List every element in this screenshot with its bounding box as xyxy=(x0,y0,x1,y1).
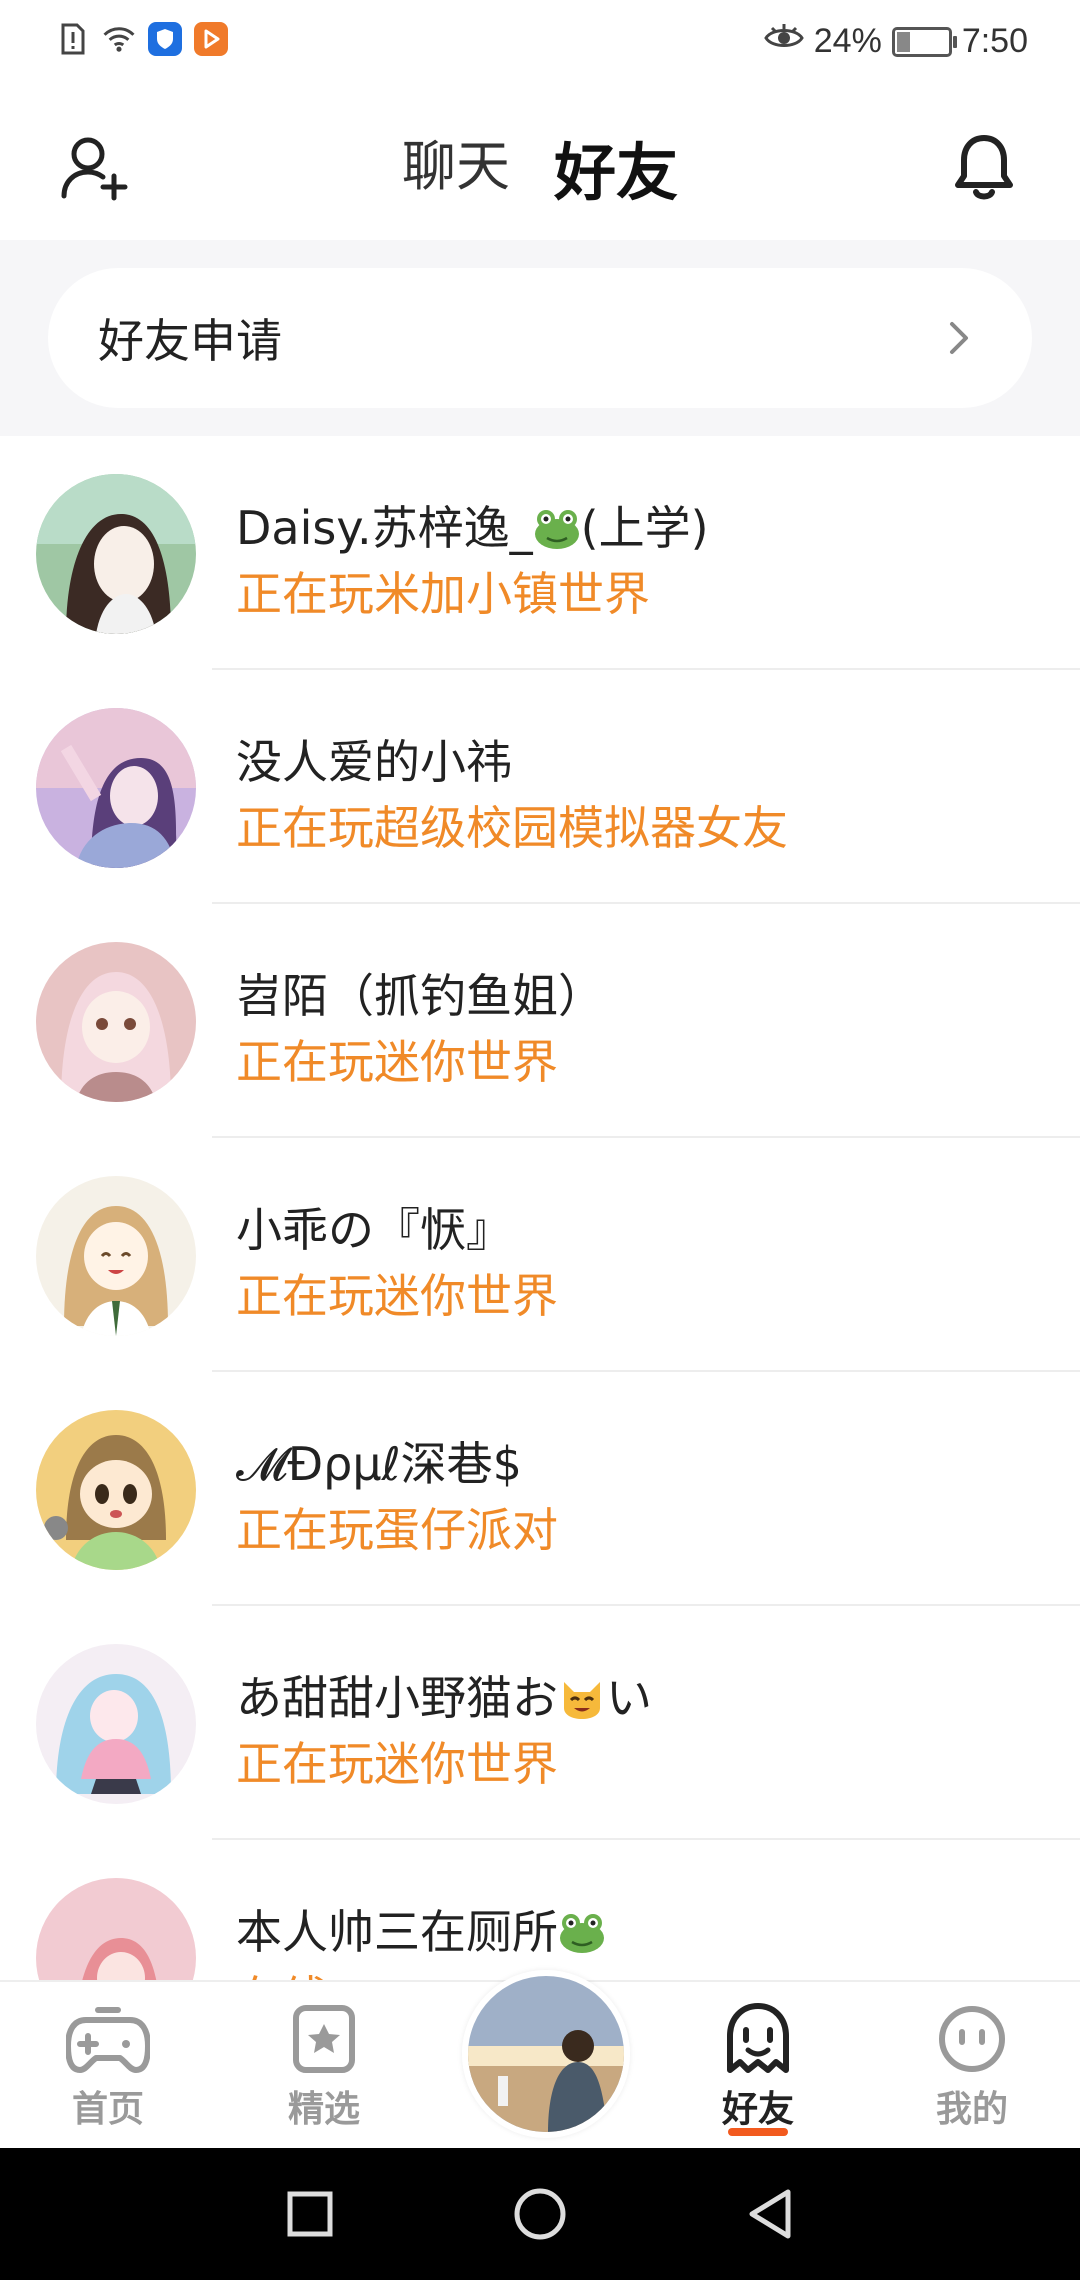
friend-request-label: 好友申请 xyxy=(98,314,282,368)
alert-sim-icon xyxy=(56,22,90,56)
center-avatar-button[interactable] xyxy=(462,1970,630,2138)
play-app-icon xyxy=(194,22,228,56)
wifi-icon xyxy=(102,22,136,56)
friend-request-button[interactable]: 好友申请 xyxy=(48,268,1032,408)
friend-name: あ甜甜小野猫おい xyxy=(236,1662,652,1728)
shield-app-icon xyxy=(148,22,182,56)
battery-icon xyxy=(891,26,957,57)
friend-status: 正在玩米加小镇世界 xyxy=(236,567,650,621)
nav-label: 首页 xyxy=(71,2089,144,2130)
avatar[interactable] xyxy=(36,1176,196,1336)
friend-status: 正在玩迷你世界 xyxy=(236,1737,558,1791)
clock: 7:50 xyxy=(961,22,1028,60)
nav-me[interactable]: 我的 xyxy=(892,2002,1052,2132)
friends-list: Daisy.苏梓逸_ (上学) 正在玩米加小镇世界 没人爱的小祎 正在玩超级校园模… xyxy=(0,436,1080,2074)
friend-row[interactable]: 小乖の『恹』 正在玩迷你世界 xyxy=(0,1138,1080,1372)
avatar[interactable] xyxy=(36,474,196,634)
nav-friends[interactable]: 好友 xyxy=(678,2002,838,2136)
back-button[interactable] xyxy=(740,2184,800,2244)
battery-percent: 24% xyxy=(813,22,882,60)
friend-name: Daisy.苏梓逸_ (上学) xyxy=(236,492,709,558)
friend-name-text: あ甜甜小野猫お xyxy=(236,1671,558,1725)
tab-chat[interactable]: 聊天 xyxy=(398,122,514,212)
friend-row[interactable]: あ甜甜小野猫おい 正在玩迷你世界 xyxy=(0,1606,1080,1840)
friend-name: 没人爱的小祎 xyxy=(236,735,512,789)
friend-status: 正在玩超级校园模拟器女友 xyxy=(236,801,788,855)
friend-request-area: 好友申请 xyxy=(0,240,1080,436)
status-icons-right: 24% 7:50 xyxy=(763,22,1028,61)
status-bar: 24% 7:50 xyxy=(0,0,1080,92)
friend-name-text: 本人帅三在厕所 xyxy=(236,1905,558,1959)
nav-label: 精选 xyxy=(287,2089,360,2130)
tab-friends-label: 好友 xyxy=(553,136,678,209)
friend-row[interactable]: 没人爱的小祎 正在玩超级校园模拟器女友 xyxy=(0,670,1080,904)
friend-name-suffix: (上学) xyxy=(580,501,709,555)
header-tabs: 聊天 好友 xyxy=(0,122,1080,252)
ghost-icon xyxy=(727,2003,789,2073)
nav-featured[interactable]: 精选 xyxy=(244,2002,404,2132)
frog-emoji-icon xyxy=(558,1911,606,1953)
friend-row[interactable]: 𝓜Ɖρμℓ深巷$ 正在玩蛋仔派对 xyxy=(0,1372,1080,1606)
nav-label: 我的 xyxy=(935,2089,1008,2130)
friend-name-suffix: い xyxy=(606,1671,652,1725)
friend-status: 正在玩迷你世界 xyxy=(236,1269,558,1323)
friend-row[interactable]: Daisy.苏梓逸_ (上学) 正在玩米加小镇世界 xyxy=(0,436,1080,670)
friend-status: 正在玩蛋仔派对 xyxy=(236,1503,558,1557)
avatar[interactable] xyxy=(36,942,196,1102)
chevron-right-icon xyxy=(940,314,980,362)
status-icons-left xyxy=(56,22,228,56)
system-navigation-bar xyxy=(0,2148,1080,2280)
tab-friends[interactable]: 好友 xyxy=(550,122,682,252)
friend-status: 正在玩迷你世界 xyxy=(236,1035,558,1089)
friend-name: 本人帅三在厕所 xyxy=(236,1896,606,1962)
recents-button[interactable] xyxy=(280,2184,340,2244)
home-button[interactable] xyxy=(510,2184,570,2244)
nav-home[interactable]: 首页 xyxy=(28,2002,188,2132)
avatar[interactable] xyxy=(36,708,196,868)
avatar[interactable] xyxy=(36,1410,196,1570)
friend-name: 岧陌（抓钓鱼姐） xyxy=(236,969,604,1023)
friend-name: 小乖の『恹』 xyxy=(236,1203,512,1257)
frog-emoji-icon xyxy=(533,507,581,549)
friend-row[interactable]: 岧陌（抓钓鱼姐） 正在玩迷你世界 xyxy=(0,904,1080,1138)
smiley-icon xyxy=(939,2006,1005,2072)
friend-name-text: Daisy.苏梓逸_ xyxy=(236,501,533,555)
bottom-nav: 首页 精选 好友 我的 xyxy=(0,1970,1080,2150)
friend-name: 𝓜Ɖρμℓ深巷$ xyxy=(236,1437,522,1491)
nav-label: 好友 xyxy=(721,2089,794,2130)
eye-comfort-icon xyxy=(763,22,804,61)
bell-icon[interactable] xyxy=(950,132,1018,204)
top-header: 聊天 好友 xyxy=(0,92,1080,252)
gamepad-icon xyxy=(66,2007,150,2073)
cat-emoji-icon xyxy=(558,1677,606,1719)
avatar[interactable] xyxy=(36,1644,196,1804)
star-card-icon xyxy=(293,2005,355,2073)
